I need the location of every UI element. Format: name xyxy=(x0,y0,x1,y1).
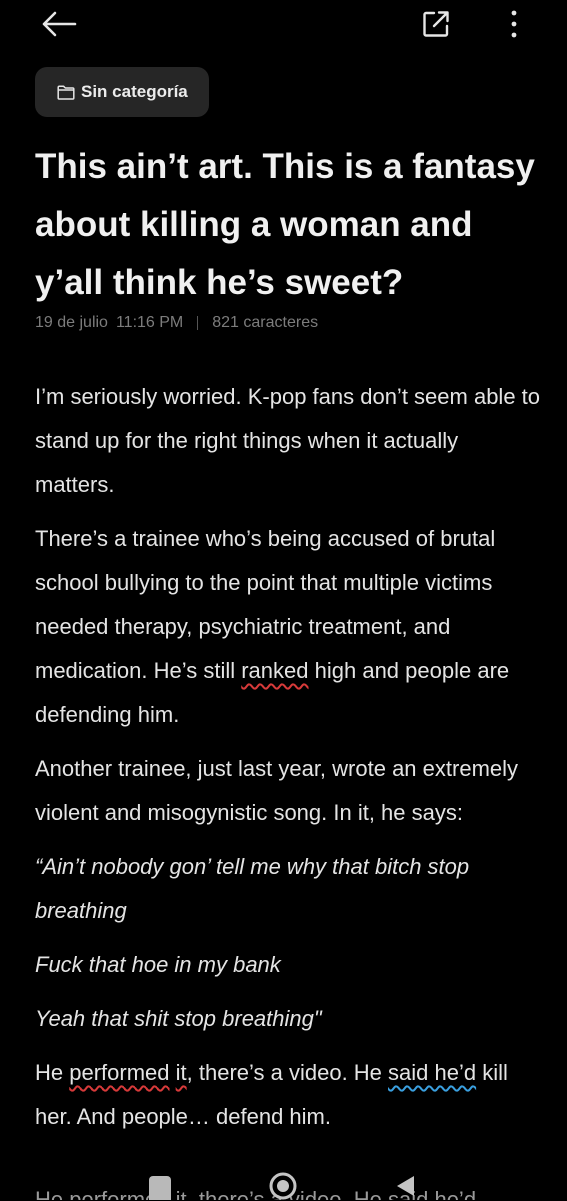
category-label: Sin categoría xyxy=(81,82,188,101)
more-options-button[interactable] xyxy=(496,5,532,43)
arrow-left-icon xyxy=(42,11,77,37)
triangle-back-icon[interactable] xyxy=(394,1174,416,1198)
back-button[interactable] xyxy=(34,6,84,42)
spelling-flagged-word[interactable]: ranked xyxy=(241,658,308,683)
paragraph-4: He performed it, there’s a video. He sai… xyxy=(35,1051,540,1139)
lyric-line-3: Yeah that shit stop breathing" xyxy=(35,1006,322,1031)
note-body[interactable]: I’m seriously worried. K-pop fans don’t … xyxy=(35,375,540,1149)
top-toolbar xyxy=(0,0,567,50)
open-external-button[interactable] xyxy=(416,5,456,43)
spelling-flagged-word[interactable]: it xyxy=(176,1060,187,1085)
folder-icon xyxy=(57,84,75,100)
paragraph-4-text: He xyxy=(35,1060,70,1085)
note-date: 19 de julio xyxy=(35,314,108,331)
lyric-line-2: Fuck that hoe in my bank xyxy=(35,952,281,977)
paragraph-1: I’m seriously worried. K-pop fans don’t … xyxy=(35,384,541,497)
paragraph-2: There’s a trainee who’s being accused of… xyxy=(35,517,540,737)
spelling-flagged-word[interactable]: performed xyxy=(69,1060,169,1085)
char-count: 821 caracteres xyxy=(212,314,319,331)
meta-divider xyxy=(197,316,199,330)
note-meta: 19 de julio 11:16 PM 821 caracteres xyxy=(35,314,318,332)
paragraph-3: Another trainee, just last year, wrote a… xyxy=(35,756,519,825)
lyric-line-1: “Ain’t nobody gon’ tell me why that bitc… xyxy=(35,854,470,923)
paragraph-4-text-mid: , there’s a video. He xyxy=(186,1060,389,1085)
note-title[interactable]: This ain’t art. This is a fantasy about … xyxy=(35,138,545,312)
recent-apps-icon[interactable] xyxy=(149,1176,171,1200)
system-nav-bar xyxy=(0,1170,567,1200)
note-time: 11:16 PM xyxy=(115,314,184,331)
home-circle-icon[interactable] xyxy=(268,1171,298,1201)
open-external-icon xyxy=(423,11,449,37)
category-chip[interactable]: Sin categoría xyxy=(35,67,209,117)
vertical-dots-icon xyxy=(511,10,517,38)
grammar-flagged-phrase[interactable]: said he’d xyxy=(388,1060,476,1085)
